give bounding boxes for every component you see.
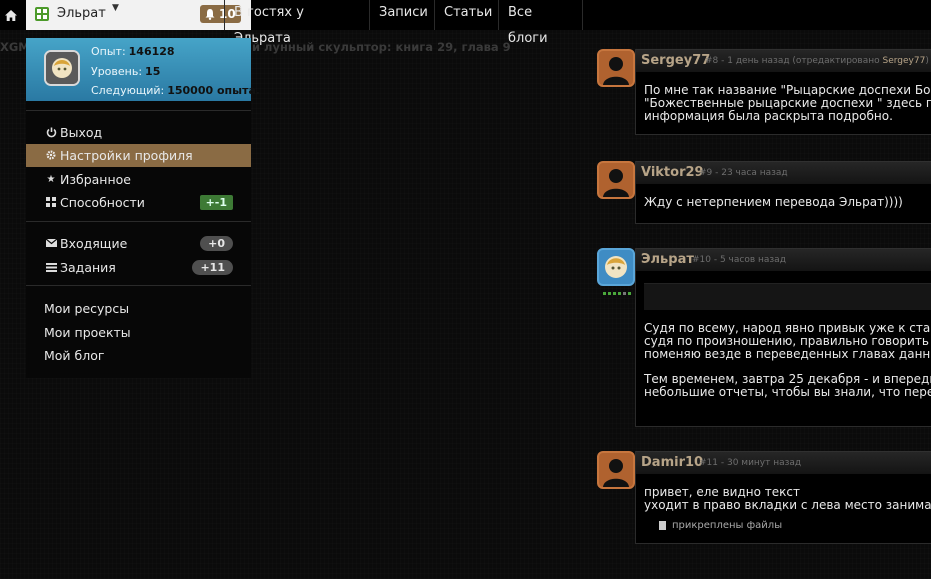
- menu-divider: [26, 221, 251, 222]
- comment-author[interactable]: Эльрат: [641, 252, 694, 267]
- next-level-stat: Следующий: 150000 опыта.: [91, 84, 261, 97]
- comment-author[interactable]: Viktor29: [641, 165, 704, 180]
- username-label: Эльрат: [57, 6, 106, 21]
- comment-header: Damir10 #11 - 30 минут назад: [636, 451, 931, 474]
- attachments-link[interactable]: прикреплены файлы: [636, 512, 931, 531]
- post-title: й лунный скульптор: книга 29, глава 9: [252, 40, 511, 54]
- top-bar: Эльрат ▼ 10 В гостях у Эльрата Записи Ст…: [0, 0, 931, 46]
- user-menu-tab[interactable]: Эльрат ▼ 10: [26, 0, 251, 30]
- grid-icon: [45, 196, 57, 208]
- comment-body: Damir10 #11 - 30 минут назад привет, еле…: [635, 451, 931, 544]
- comment-text: По мне так название "Рыцарские доспехи Б…: [644, 83, 931, 123]
- comment-header: Sergey77 #8 - 1 день назад (отредактиров…: [636, 49, 931, 72]
- exp-stat: Опыт: 146128: [91, 45, 175, 58]
- bell-icon: [205, 8, 215, 20]
- comment-meta: #9 - 23 часа назад: [699, 168, 788, 178]
- menu-item-favorites[interactable]: ★ Избранное: [26, 168, 251, 191]
- user-silhouette-icon: [603, 459, 629, 487]
- comment-author[interactable]: Damir10: [641, 455, 703, 470]
- tasks-badge: +11: [192, 260, 233, 275]
- user-silhouette-icon: [603, 169, 629, 197]
- menu-item-my-resources[interactable]: Мои ресурсы: [26, 297, 251, 320]
- star-icon: ★: [46, 173, 56, 185]
- rank-indicator: [603, 292, 631, 295]
- power-icon: [45, 126, 57, 138]
- editor-link[interactable]: Sergey77: [883, 56, 926, 66]
- inbox-badge: +0: [200, 236, 233, 251]
- avatar[interactable]: [597, 49, 635, 87]
- comment-meta: #8 - 1 день назад (отредактировано Serge…: [705, 56, 929, 66]
- user-dropdown-menu: Опыт: 146128 Уровень: 15 Следующий: 150000 …: [26, 38, 260, 378]
- menu-item-profile-settings[interactable]: Настройки профиля: [26, 144, 251, 167]
- file-icon: [659, 521, 666, 530]
- apps-icon: [35, 7, 49, 21]
- envelope-icon: [45, 237, 57, 249]
- quote-block: [644, 283, 931, 310]
- level-stat: Уровень: 15: [91, 65, 161, 78]
- home-button[interactable]: [0, 0, 22, 30]
- comment-header: Эльрат #10 - 5 часов назад: [636, 248, 931, 271]
- comment-header: Viktor29 #9 - 23 часа назад: [636, 161, 931, 184]
- comment-meta: #11 - 30 минут назад: [699, 458, 802, 468]
- user-silhouette-icon: [603, 57, 629, 85]
- comment-body: Эльрат #10 - 5 часов назад Судя по всему…: [635, 248, 931, 427]
- gear-icon: [45, 149, 57, 161]
- menu-item-my-blog[interactable]: Мой блог: [26, 344, 251, 367]
- comment-text: Жду с нетерпением перевода Эльрат)))): [644, 195, 903, 209]
- menu-item-inbox[interactable]: Входящие +0: [26, 232, 251, 255]
- comment-body: Viktor29 #9 - 23 часа назад Жду с нетерп…: [635, 161, 931, 224]
- profile-card: Опыт: 146128 Уровень: 15 Следующий: 150000 …: [26, 38, 260, 101]
- comment-text: привет, еле видно текст уходит в право в…: [644, 485, 931, 512]
- nav-link-guest[interactable]: В гостях у Эльрата: [224, 0, 370, 46]
- comment-text: Судя по всему, народ явно привык уже к с…: [644, 321, 931, 361]
- avatar[interactable]: [597, 161, 635, 199]
- avatar[interactable]: [597, 451, 635, 489]
- menu-item-my-projects[interactable]: Мои проекты: [26, 321, 251, 344]
- menu-item-abilities[interactable]: Способности +-1: [26, 191, 251, 214]
- avatar[interactable]: [597, 248, 635, 286]
- comment-author[interactable]: Sergey77: [641, 53, 710, 68]
- comment-meta: #10 - 5 часов назад: [692, 255, 786, 265]
- comment-body: Sergey77 #8 - 1 день назад (отредактиров…: [635, 49, 931, 135]
- nav-link-all-blogs[interactable]: Все блоги: [499, 0, 583, 46]
- menu-divider: [26, 110, 251, 111]
- menu-item-tasks[interactable]: Задания +11: [26, 256, 251, 279]
- menu-divider: [26, 285, 251, 286]
- caret-down-icon: ▼: [112, 3, 119, 13]
- list-icon: [45, 261, 57, 273]
- avatar[interactable]: [44, 50, 80, 86]
- abilities-badge: +-1: [199, 195, 233, 210]
- nav-link-articles[interactable]: Статьи: [435, 0, 499, 30]
- comment-text: Тем временем, завтра 25 декабря - и впер…: [644, 372, 931, 399]
- menu-item-logout[interactable]: Выход: [26, 121, 251, 144]
- nav-link-posts[interactable]: Записи: [370, 0, 435, 30]
- home-icon: [5, 9, 17, 21]
